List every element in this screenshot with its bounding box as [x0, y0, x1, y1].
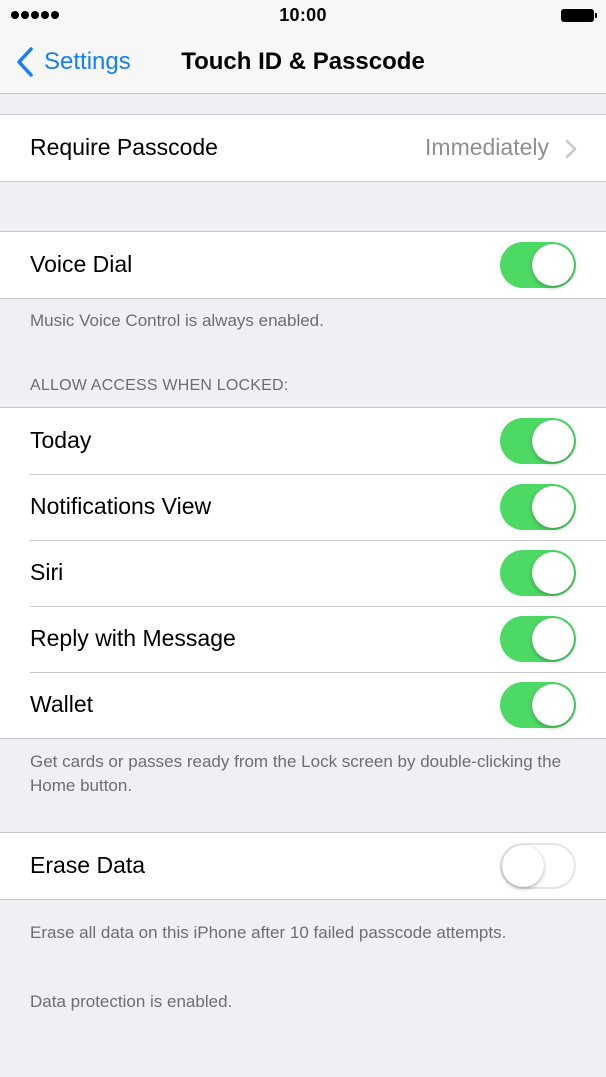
- voice-dial-label: Voice Dial: [30, 251, 133, 277]
- page-title: Touch ID & Passcode: [181, 48, 425, 75]
- locked-access-row-reply: Reply with Message: [0, 606, 606, 672]
- today-toggle[interactable]: [500, 418, 576, 464]
- locked-access-footer: Get cards or passes ready from the Lock …: [30, 752, 562, 795]
- erase-data-toggle[interactable]: [500, 843, 576, 889]
- require-passcode-value: Immediately: [425, 134, 549, 160]
- erase-data-group: Erase Data: [0, 832, 606, 900]
- locked-access-row-notifications: Notifications View: [0, 474, 606, 540]
- reply-with-message-toggle[interactable]: [500, 616, 576, 662]
- voice-dial-row: Voice Dial: [0, 232, 606, 298]
- chevron-right-icon: [565, 139, 577, 159]
- siri-label: Siri: [30, 559, 64, 585]
- require-passcode-group: Require Passcode Immediately: [0, 114, 606, 182]
- notifications-view-label: Notifications View: [30, 493, 212, 519]
- voice-dial-group: Voice Dial: [0, 231, 606, 299]
- reply-with-message-label: Reply with Message: [30, 625, 236, 651]
- locked-access-header: ALLOW ACCESS WHEN LOCKED:: [30, 377, 289, 394]
- battery-icon: [561, 9, 597, 22]
- status-time: 10:00: [279, 5, 327, 25]
- locked-access-row-today: Today: [0, 408, 606, 474]
- voice-dial-footer: Music Voice Control is always enabled.: [30, 311, 324, 330]
- wallet-toggle[interactable]: [500, 682, 576, 728]
- erase-data-row: Erase Data: [0, 833, 606, 899]
- status-bar: 10:00: [0, 0, 606, 30]
- erase-data-footer: Erase all data on this iPhone after 10 f…: [30, 923, 507, 942]
- locked-access-group: Today Notifications View Siri Reply with…: [0, 407, 606, 739]
- locked-access-row-wallet: Wallet: [0, 672, 606, 738]
- require-passcode-label: Require Passcode: [30, 134, 218, 160]
- require-passcode-row[interactable]: Require Passcode Immediately: [0, 115, 606, 181]
- siri-toggle[interactable]: [500, 550, 576, 596]
- navigation-bar: Settings Touch ID & Passcode: [0, 30, 606, 94]
- locked-access-row-siri: Siri: [0, 540, 606, 606]
- data-protection-footer: Data protection is enabled.: [30, 992, 233, 1011]
- erase-data-label: Erase Data: [30, 852, 146, 878]
- today-label: Today: [30, 427, 92, 453]
- screen: 10:00 Settings Touch ID & Passcode Requi…: [0, 0, 606, 1077]
- voice-dial-toggle[interactable]: [500, 242, 576, 288]
- notifications-view-toggle[interactable]: [500, 484, 576, 530]
- wallet-label: Wallet: [30, 691, 94, 717]
